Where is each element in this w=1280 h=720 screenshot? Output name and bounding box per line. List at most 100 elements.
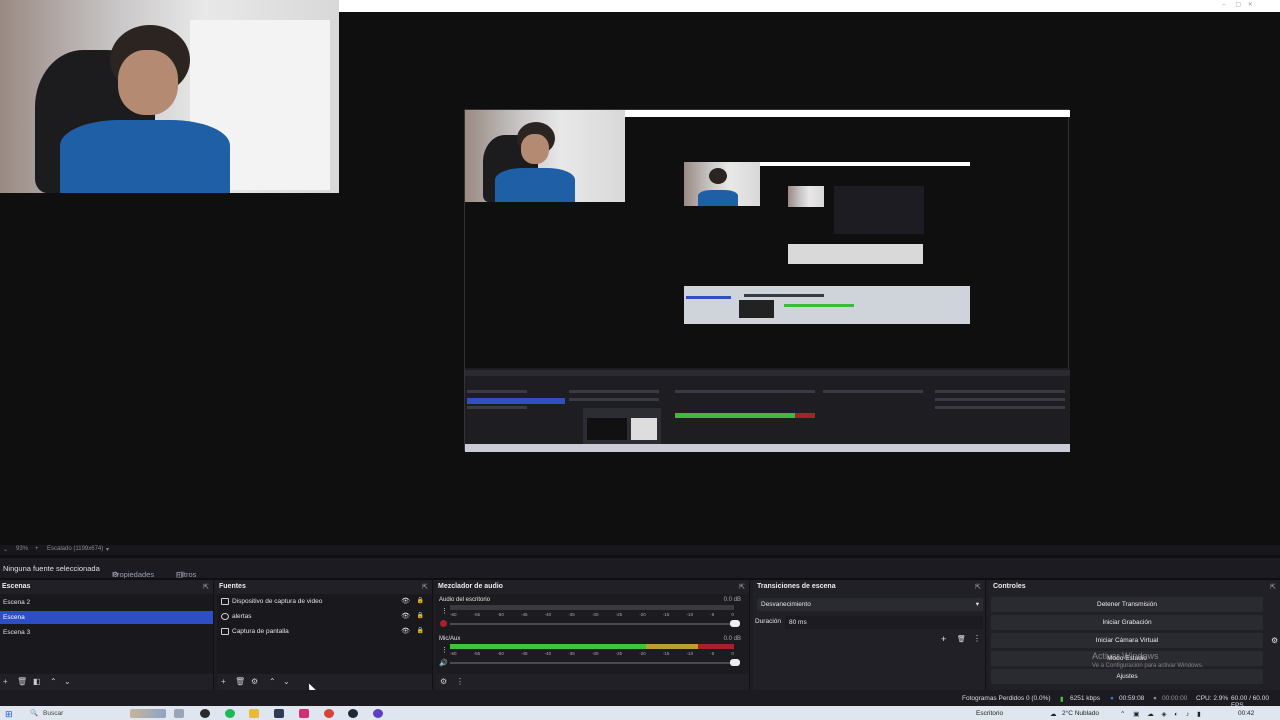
stop-streaming-button[interactable]: Detener Transmisión: [991, 597, 1263, 612]
remove-scene-icon[interactable]: 🗑: [17, 677, 27, 686]
channel-menu-icon[interactable]: ⋮: [441, 646, 448, 654]
move-down-icon[interactable]: ⌄: [64, 677, 71, 686]
volume-meter: [450, 644, 734, 649]
preview-canvas[interactable]: – ▢ ✕: [0, 0, 1280, 545]
start-recording-button[interactable]: Iniciar Grabación: [991, 615, 1263, 630]
undock-icon[interactable]: ⇱: [975, 583, 981, 591]
taskbar-clock[interactable]: 00:42: [1238, 710, 1254, 717]
start-virtual-camera-button[interactable]: Iniciar Cámara Virtual: [991, 633, 1263, 648]
channel-name: Mic/Aux: [439, 636, 461, 642]
browser-icon[interactable]: [373, 709, 383, 718]
chevron-down-icon: ▾: [975, 601, 979, 608]
globe-icon: [221, 612, 229, 620]
lock-icon[interactable]: 🔒: [417, 610, 424, 623]
move-down-icon[interactable]: ⌄: [283, 677, 290, 686]
steam-icon[interactable]: [348, 709, 358, 718]
speaker-icon[interactable]: 🔊: [439, 659, 448, 667]
remove-transition-icon[interactable]: 🗑: [957, 635, 966, 643]
zoom-line: ⌄ 93% + Escalado (1199x674) ▾: [0, 545, 1280, 555]
meter-ticks: -60 -55 -50 -45 -40 -35 -30 -25 -20 -15 -10 -5 0: [450, 651, 734, 656]
docks-area: Escenas ⇱ Escena 2 Escena Escena 3 + 🗑 ◧…: [0, 580, 1280, 690]
add-source-icon[interactable]: +: [221, 677, 226, 686]
widgets-icon[interactable]: [130, 709, 166, 718]
search-icon[interactable]: 🔍: [30, 709, 38, 717]
source-properties-icon[interactable]: ⚙: [251, 677, 258, 686]
rec-indicator-icon: ●: [1153, 695, 1157, 702]
transitions-dock: Transiciones de escena ⇱ Desvanecimiento…: [753, 580, 986, 690]
weather-text[interactable]: 2°C Nublado: [1062, 710, 1099, 717]
scene-filters-icon[interactable]: ◧: [33, 677, 41, 686]
zoom-label: 93%: [16, 546, 29, 552]
volume-slider[interactable]: [450, 620, 740, 627]
windows-taskbar: ⊞ 🔍 Buscar Escritorio ☁ 2°C Nublado ⌃ ▣ …: [0, 706, 1280, 720]
move-up-icon[interactable]: ⌃: [50, 677, 57, 686]
mute-icon[interactable]: [440, 620, 447, 627]
mixer-menu-icon[interactable]: ⋮: [456, 677, 464, 686]
undock-icon[interactable]: ⇱: [1270, 583, 1276, 591]
move-up-icon[interactable]: ⌃: [269, 677, 276, 686]
add-transition-icon[interactable]: +: [941, 634, 946, 644]
transition-menu-icon[interactable]: ⋮: [973, 634, 981, 643]
mixer-title: Mezclador de audio: [438, 583, 503, 590]
advanced-audio-icon[interactable]: ⚙: [440, 677, 447, 686]
obs-icon[interactable]: [200, 709, 210, 718]
visibility-eye-icon[interactable]: 👁: [401, 595, 410, 608]
visibility-eye-icon[interactable]: 👁: [401, 610, 410, 623]
stream-time: 00:59:08: [1119, 695, 1145, 702]
captured-titlebar: [339, 0, 1280, 12]
stream-indicator-icon: ●: [1110, 695, 1114, 702]
instagram-icon[interactable]: [299, 709, 309, 718]
source-item[interactable]: alertas 👁 🔒: [221, 610, 428, 623]
folder-icon[interactable]: [249, 709, 259, 718]
channel-db: 0.0 dB: [723, 597, 741, 603]
monitor-icon: [221, 627, 229, 635]
transition-select[interactable]: Desvanecimiento ▾: [757, 598, 983, 611]
desktop-label: Escritorio: [976, 710, 1004, 717]
taskbar-search[interactable]: Buscar: [43, 710, 63, 717]
tray-icons[interactable]: ⌃ ▣ ☁ ◈ ◐ ♪ ▮: [1120, 710, 1204, 718]
nested-capture: [464, 109, 1070, 452]
chrome-icon[interactable]: [324, 709, 334, 718]
source-item[interactable]: Captura de pantalla 👁 🔒: [221, 625, 428, 638]
add-scene-icon[interactable]: +: [3, 677, 8, 686]
status-bar: Fotogramas Perdidos 0 (0.0%) ▮ 6251 kbps…: [0, 690, 1280, 709]
source-toolbar: Ninguna fuente seleccionada ⚙ Propiedade…: [0, 558, 1280, 579]
activation-watermark-text: Ve a Configuración para activar Windows.: [1092, 663, 1204, 669]
lock-icon[interactable]: 🔒: [417, 595, 424, 608]
duration-input[interactable]: 80 ms: [785, 616, 983, 629]
channel-db: 0.0 dB: [723, 636, 741, 642]
scene-item[interactable]: Escena 2: [0, 596, 213, 609]
weather-icon: ☁: [1050, 711, 1057, 718]
controls-dock: Controles ⇱ Detener Transmisión Iniciar …: [989, 580, 1280, 690]
undock-icon[interactable]: ⇱: [739, 583, 745, 591]
dropped-frames: Fotogramas Perdidos 0 (0.0%): [962, 695, 1051, 702]
cpu-usage: CPU: 2.9%: [1196, 695, 1229, 702]
task-view-icon[interactable]: [174, 709, 184, 718]
visibility-eye-icon[interactable]: 👁: [401, 625, 410, 638]
settings-button[interactable]: Ajustes: [991, 669, 1263, 684]
window-controls: – ▢ ✕: [1222, 2, 1253, 8]
undock-icon[interactable]: ⇱: [203, 583, 209, 591]
source-item[interactable]: Dispositivo de captura de video 👁 🔒: [221, 595, 428, 608]
scene-item-selected[interactable]: Escena: [0, 611, 213, 624]
mixer-body: Audio del escritorio 0.0 dB ⋮ -60 -55 -50-…: [436, 594, 749, 674]
undock-icon[interactable]: ⇱: [422, 583, 428, 591]
windows-start-icon[interactable]: ⊞: [5, 709, 13, 720]
scale-dropdown-icon[interactable]: ▾: [106, 546, 109, 553]
remove-source-icon[interactable]: 🗑: [235, 677, 245, 686]
nested-dock: [465, 368, 1070, 452]
no-source-label: Ninguna fuente seleccionada: [3, 564, 100, 573]
scene-item[interactable]: Escena 3: [0, 626, 213, 639]
sources-list: Dispositivo de captura de video 👁 🔒 aler…: [217, 594, 432, 674]
volume-slider[interactable]: [450, 659, 740, 666]
channel-name: Audio del escritorio: [439, 597, 491, 603]
activation-watermark-title: Activar Windows: [1092, 651, 1159, 661]
signal-icon: ▮: [1060, 696, 1064, 703]
sources-dock: Fuentes ⇱ Dispositivo de captura de vide…: [217, 580, 433, 690]
virtual-camera-settings-icon[interactable]: ⚙: [1271, 636, 1278, 645]
spotify-icon[interactable]: [225, 709, 235, 718]
meter-ticks: -60 -55 -50 -45 -40 -35 -30 -25 -20 -15 -10 -5 0: [450, 612, 734, 617]
lock-icon[interactable]: 🔒: [417, 625, 424, 638]
app-icon[interactable]: [274, 709, 284, 718]
channel-menu-icon[interactable]: ⋮: [441, 607, 448, 615]
